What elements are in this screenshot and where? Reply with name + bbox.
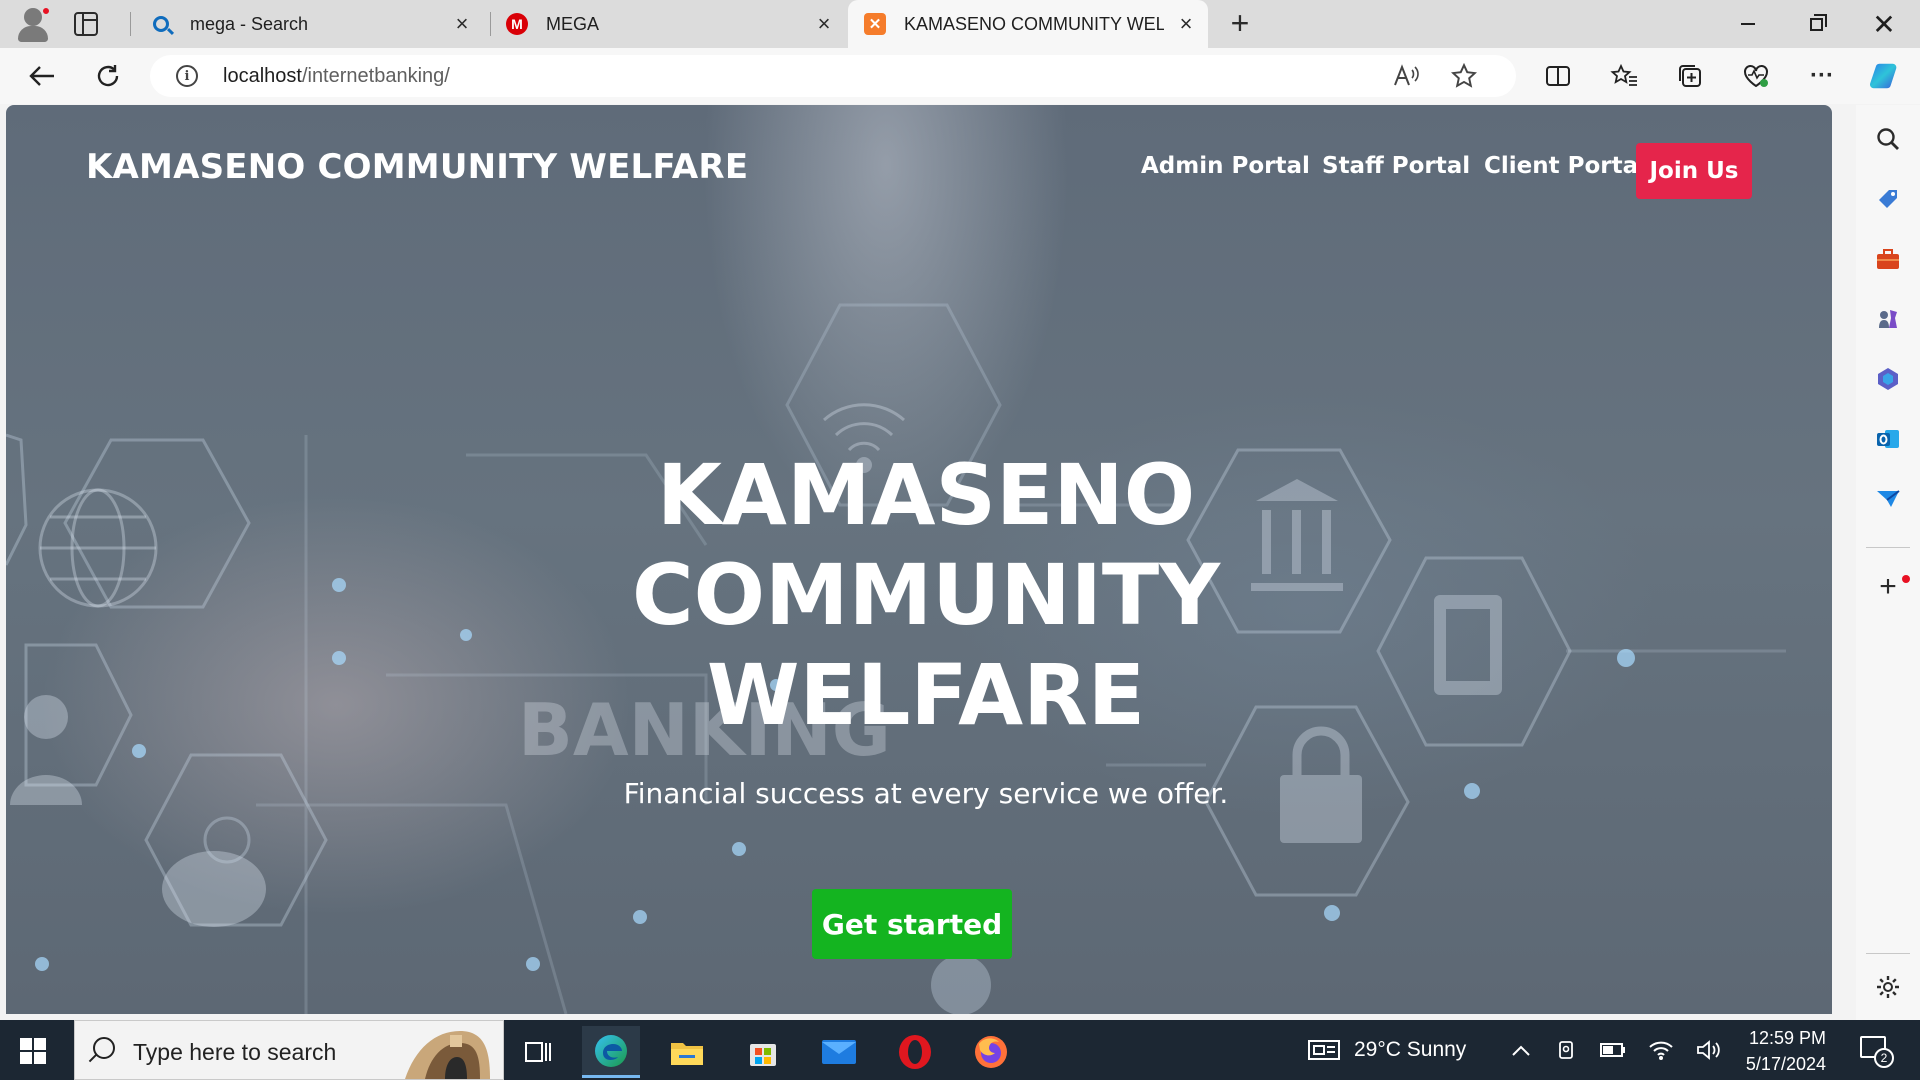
restore-button[interactable] xyxy=(1784,0,1848,48)
favorites-icon[interactable] xyxy=(1608,60,1640,92)
taskbar-clock[interactable]: 12:59 PM 5/17/2024 xyxy=(1736,1025,1826,1077)
page-viewport: BANKING KAMASENO COMMUNITY WELFARE Admin… xyxy=(6,105,1832,1014)
windows-start-icon[interactable] xyxy=(20,1038,46,1064)
tab-title: mega - Search xyxy=(190,13,309,34)
shopping-tag-icon[interactable] xyxy=(1872,183,1904,215)
close-window-button[interactable]: ✕ xyxy=(1852,0,1916,48)
join-us-button[interactable]: Join Us xyxy=(1636,143,1752,199)
minimize-button[interactable] xyxy=(1716,0,1780,48)
collections-icon[interactable] xyxy=(1674,60,1706,92)
clock-date: 5/17/2024 xyxy=(1745,1054,1826,1074)
hero-title-line: WELFARE xyxy=(706,646,1146,744)
nav-client-portal[interactable]: Client Portal xyxy=(1484,153,1646,179)
tab-actions-icon[interactable] xyxy=(74,12,98,36)
search-icon xyxy=(93,1037,115,1059)
microsoft-365-icon[interactable] xyxy=(1872,363,1904,395)
meet-now-icon[interactable] xyxy=(1554,1038,1580,1062)
address-bar[interactable]: i localhost/internetbanking/ xyxy=(150,55,1516,97)
search-highlight-art-icon xyxy=(405,1031,490,1079)
site-brand[interactable]: KAMASENO COMMUNITY WELFARE xyxy=(86,147,748,187)
chevron-up-icon[interactable] xyxy=(1508,1038,1534,1062)
notification-center-icon[interactable]: 2 xyxy=(1860,1036,1894,1068)
weather-icon[interactable] xyxy=(1306,1038,1342,1062)
read-aloud-icon[interactable] xyxy=(1390,60,1422,92)
volume-icon[interactable] xyxy=(1696,1038,1722,1062)
copilot-icon[interactable] xyxy=(1870,60,1902,92)
microsoft-store-icon[interactable] xyxy=(734,1026,792,1078)
mega-icon: M xyxy=(506,13,528,35)
tools-briefcase-icon[interactable] xyxy=(1872,243,1904,275)
refresh-icon[interactable] xyxy=(92,60,124,92)
send-plane-icon[interactable] xyxy=(1872,483,1904,515)
hero-subtitle: Financial success at every service we of… xyxy=(623,777,1229,810)
taskbar-search-box[interactable]: Type here to search xyxy=(74,1020,504,1080)
tab-divider xyxy=(490,12,491,36)
notification-count: 2 xyxy=(1874,1048,1894,1068)
close-tab-icon[interactable]: × xyxy=(450,12,474,36)
search-icon[interactable] xyxy=(1872,123,1904,155)
sidebar-divider xyxy=(1866,547,1910,548)
more-options-icon[interactable]: ··· xyxy=(1806,60,1838,92)
tab-divider xyxy=(130,12,131,36)
battery-icon[interactable] xyxy=(1600,1038,1626,1062)
close-tab-icon[interactable]: × xyxy=(1174,12,1198,36)
hero-title: KAMASENO COMMUNITY WELFARE xyxy=(466,445,1386,745)
tab-title: MEGA xyxy=(546,13,600,34)
new-tab-icon[interactable]: + xyxy=(1226,7,1254,39)
tab-title: KAMASENO COMMUNITY WELFA xyxy=(904,13,1164,34)
profile-avatar-icon[interactable] xyxy=(14,6,52,42)
edge-sidebar: + xyxy=(1856,105,1920,1020)
browser-toolbar: i localhost/internetbanking/ ··· xyxy=(0,48,1920,104)
xampp-icon: ✕ xyxy=(864,13,886,35)
outlook-icon[interactable] xyxy=(1872,423,1904,455)
firefox-icon[interactable] xyxy=(962,1026,1020,1078)
search-icon xyxy=(150,13,172,35)
add-sidebar-app-icon[interactable]: + xyxy=(1872,570,1904,603)
weather-text[interactable]: 29°C Sunny xyxy=(1354,1038,1466,1062)
task-view-icon[interactable] xyxy=(510,1026,568,1078)
get-started-button[interactable]: Get started xyxy=(812,889,1012,959)
back-icon[interactable] xyxy=(26,60,58,92)
close-tab-icon[interactable]: × xyxy=(812,12,836,36)
tab-kamaseno[interactable]: ✕ KAMASENO COMMUNITY WELFA × xyxy=(848,0,1208,48)
hero-title-line: COMMUNITY xyxy=(631,546,1221,644)
browser-essentials-icon[interactable] xyxy=(1740,60,1772,92)
mail-icon[interactable] xyxy=(810,1026,868,1078)
site-info-icon[interactable]: i xyxy=(176,65,198,87)
sidebar-divider xyxy=(1866,953,1910,954)
hero-title-line: KAMASENO xyxy=(656,446,1196,544)
site-navbar: KAMASENO COMMUNITY WELFARE Admin Portal … xyxy=(6,105,1832,235)
favorite-star-icon[interactable] xyxy=(1448,60,1480,92)
clock-time: 12:59 PM xyxy=(1748,1028,1826,1048)
settings-gear-icon[interactable] xyxy=(1872,971,1904,1003)
wifi-icon[interactable] xyxy=(1648,1038,1674,1062)
split-screen-icon[interactable] xyxy=(1542,60,1574,92)
edge-taskbar-icon[interactable] xyxy=(582,1026,640,1078)
search-placeholder: Type here to search xyxy=(133,1039,337,1065)
tab-strip: mega - Search × M MEGA × ✕ KAMASENO COMM… xyxy=(0,0,1920,48)
tab-mega-search[interactable]: mega - Search × xyxy=(134,0,484,48)
windows-taskbar: Type here to search 29°C Sunny 12:59 PM … xyxy=(0,1020,1920,1080)
tab-mega[interactable]: M MEGA × xyxy=(496,0,846,48)
games-chess-icon[interactable] xyxy=(1872,303,1904,335)
opera-icon[interactable] xyxy=(886,1026,944,1078)
nav-admin-portal[interactable]: Admin Portal xyxy=(1141,153,1310,179)
notification-dot xyxy=(1902,575,1910,583)
url-text[interactable]: localhost/internetbanking/ xyxy=(223,65,450,88)
nav-staff-portal[interactable]: Staff Portal xyxy=(1322,153,1470,179)
file-explorer-icon[interactable] xyxy=(658,1026,716,1078)
